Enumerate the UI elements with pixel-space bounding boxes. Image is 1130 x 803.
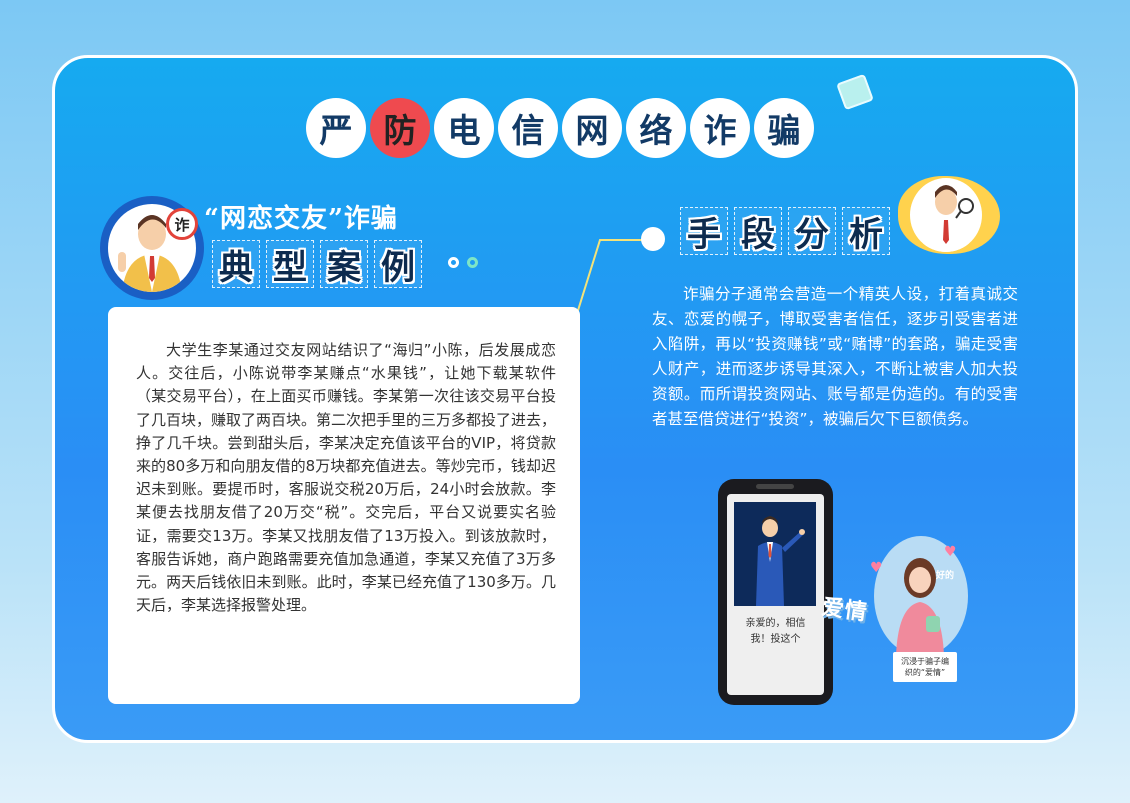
phone-notch bbox=[756, 484, 794, 489]
case-text-card: 大学生李某通过交友网站结识了“海归”小陈，后发展成恋人。交往后，小陈说带李某赚点… bbox=[108, 307, 580, 704]
heading-char: 型 bbox=[266, 240, 314, 288]
heading-char: 例 bbox=[374, 240, 422, 288]
scammer-scene bbox=[734, 502, 816, 606]
phone-message-line: 亲爱的，相信 bbox=[745, 618, 806, 629]
girl-caption: 沉浸于骗子编 织的“爱情” bbox=[893, 652, 957, 682]
analysis-body-text: 诈骗分子通常会营造一个精英人设，打着真诚交友、恋爱的幌子，博取受害者信任，逐步引… bbox=[652, 285, 1018, 428]
heading-char: 析 bbox=[842, 207, 890, 255]
ring-dot bbox=[448, 257, 459, 268]
title-char: 骗 bbox=[754, 98, 814, 158]
magnifier-man-illustration bbox=[922, 185, 974, 252]
girl-caption-line: 沉浸于骗子编 bbox=[901, 657, 949, 666]
love-word-art: 爱情 bbox=[820, 594, 870, 627]
title-char: 电 bbox=[434, 98, 494, 158]
analysis-heading: 手 段 分 析 bbox=[680, 207, 896, 255]
phone-message-line: 我！投这个 bbox=[750, 634, 801, 645]
heading-char: 分 bbox=[788, 207, 836, 255]
phone-message: 亲爱的，相信 我！投这个 bbox=[727, 616, 824, 648]
title-char: 络 bbox=[626, 98, 686, 158]
section-subheading: “网恋交友”诈骗 bbox=[204, 204, 398, 234]
title-char: 诈 bbox=[690, 98, 750, 158]
title-char: 信 bbox=[498, 98, 558, 158]
girl-caption-line: 织的“爱情” bbox=[904, 668, 946, 677]
heart-icon: ♥ bbox=[870, 560, 883, 576]
scammer-illustration bbox=[756, 516, 805, 606]
case-body-text: 大学生李某通过交友网站结识了“海归”小陈，后发展成恋人。交往后，小陈说带李某赚点… bbox=[136, 341, 557, 615]
heading-char: 典 bbox=[212, 240, 260, 288]
title-char-highlight: 防 bbox=[370, 98, 430, 158]
heading-char: 段 bbox=[734, 207, 782, 255]
fraud-stop-badge: 诈 bbox=[166, 208, 198, 240]
phone-screen: 亲爱的，相信 我！投这个 bbox=[727, 494, 824, 695]
ring-dot bbox=[467, 257, 478, 268]
heading-char: 手 bbox=[680, 207, 728, 255]
title-char: 严 bbox=[306, 98, 366, 158]
businessman-avatar-right bbox=[898, 176, 1000, 254]
girl-speech-bubble: 好的 bbox=[936, 571, 955, 581]
ring-decoration bbox=[448, 257, 478, 268]
heading-char: 案 bbox=[320, 240, 368, 288]
heart-icon: ♥ bbox=[944, 544, 957, 560]
page-title: 严 防 电 信 网 络 诈 骗 bbox=[306, 98, 814, 158]
phone-illustration: 亲爱的，相信 我！投这个 bbox=[718, 479, 833, 705]
case-heading: 典 型 案 例 bbox=[212, 240, 428, 288]
title-char: 网 bbox=[562, 98, 622, 158]
